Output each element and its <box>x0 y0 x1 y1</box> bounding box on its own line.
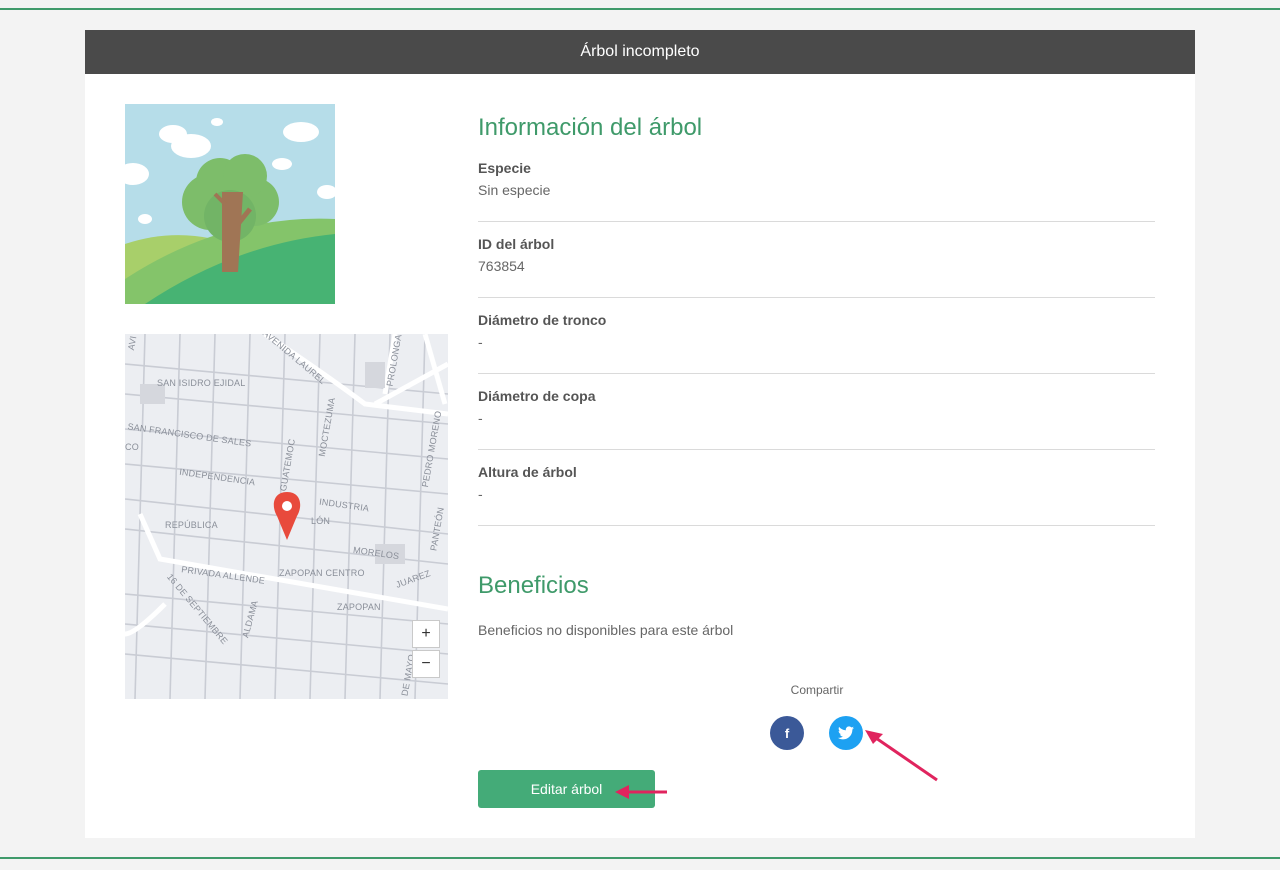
info-title: Información del árbol <box>478 114 703 141</box>
field-tree-id: ID del árbol 763854 <box>478 222 1155 298</box>
tree-card: Árbol incompleto SAN ISIDRO EJIDAL SAN F… <box>85 30 1195 838</box>
field-trunk-diameter: Diámetro de tronco - <box>478 298 1155 374</box>
map-zoom-in-button[interactable]: + <box>412 620 440 648</box>
twitter-icon <box>838 726 854 740</box>
top-accent-line <box>0 8 1280 10</box>
share-label: Compartir <box>790 683 844 697</box>
annotation-arrow-icon <box>865 730 938 782</box>
page-title: Árbol incompleto <box>580 43 700 60</box>
facebook-icon: f <box>784 725 790 741</box>
bottom-accent-line <box>0 857 1280 859</box>
field-value: 763854 <box>478 258 525 274</box>
field-label: Diámetro de copa <box>478 388 596 404</box>
map-label: CO <box>125 442 139 452</box>
map-label: REPÚBLICA <box>165 520 218 530</box>
tree-info-section: Información del árbol Especie Sin especi… <box>478 114 1155 526</box>
field-label: ID del árbol <box>478 236 555 252</box>
field-species: Especie Sin especie <box>478 142 1155 222</box>
annotation-arrow-icon <box>615 785 667 799</box>
map-label: ZAPOPAN CENTRO <box>279 568 365 578</box>
map-label: SAN ISIDRO EJIDAL <box>157 378 246 388</box>
field-label: Altura de árbol <box>478 464 577 480</box>
page-header: Árbol incompleto <box>85 30 1195 74</box>
field-tree-height: Altura de árbol - <box>478 450 1155 526</box>
field-value: - <box>478 410 483 426</box>
field-value: - <box>478 334 483 350</box>
field-label: Especie <box>478 160 531 176</box>
benefits-title: Beneficios <box>478 572 589 599</box>
field-crown-diameter: Diámetro de copa - <box>478 374 1155 450</box>
facebook-share-button[interactable]: f <box>770 716 804 750</box>
map-zoom-out-button[interactable]: − <box>412 650 440 678</box>
field-label: Diámetro de tronco <box>478 312 607 328</box>
field-value: - <box>478 486 483 502</box>
map-label: ZAPOPAN <box>337 602 381 612</box>
tree-illustration <box>117 104 337 304</box>
map-label: LÓN <box>311 516 331 526</box>
field-value: Sin especie <box>478 182 551 198</box>
benefits-text: Beneficios no disponibles para este árbo… <box>478 622 734 638</box>
tree-location-map[interactable]: SAN ISIDRO EJIDAL SAN FRANCISCO DE SALES… <box>125 334 448 699</box>
